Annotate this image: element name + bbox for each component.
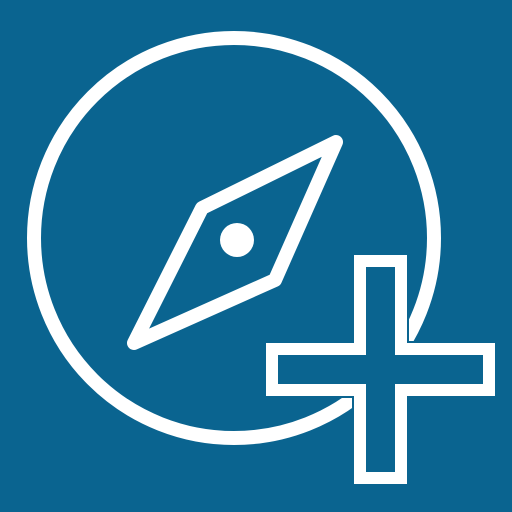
compass-center-dot <box>220 223 254 257</box>
app-icon-tile[interactable] <box>0 0 512 512</box>
compass-add-icon <box>0 0 512 512</box>
